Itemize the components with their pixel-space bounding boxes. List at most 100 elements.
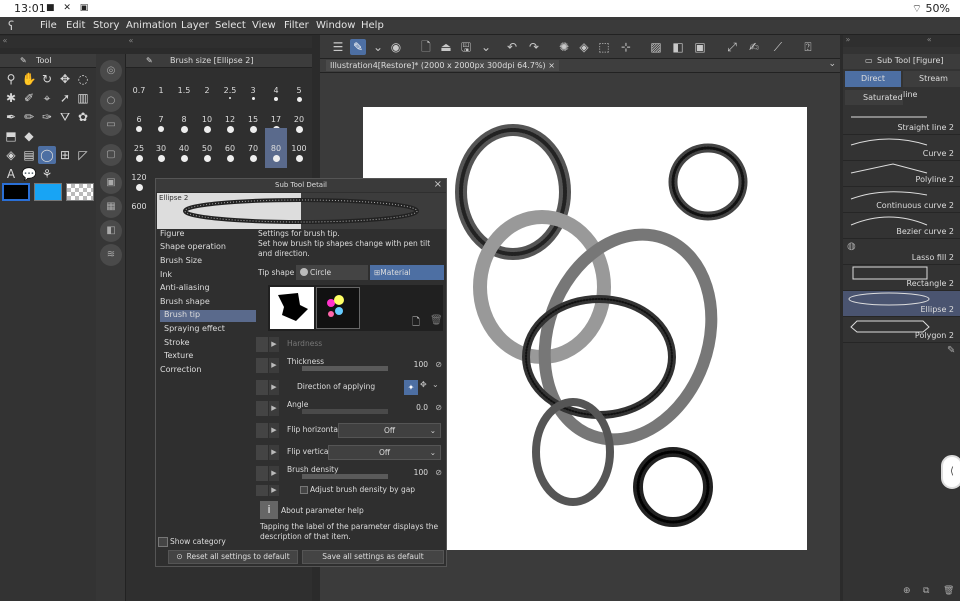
sub-tool-item[interactable]: Curve 2 <box>843 135 960 161</box>
show-category-label[interactable]: Show category <box>170 537 226 546</box>
info-icon[interactable]: i <box>260 501 278 519</box>
brush-size-option[interactable]: 1.5 <box>173 86 195 108</box>
deselect-icon[interactable]: ▣ <box>692 39 708 55</box>
undo-icon[interactable]: ↶ <box>504 39 520 55</box>
pointer-icon[interactable]: ➚ <box>56 89 74 107</box>
brush-size-option[interactable]: 0.7 <box>128 86 150 108</box>
brush-size-option[interactable]: 30 <box>150 144 172 166</box>
brush-size-option[interactable]: 2.5 <box>219 86 241 108</box>
adjust-density-checkbox[interactable] <box>300 486 308 494</box>
brush-density-slider[interactable] <box>302 474 388 479</box>
fill-cmd-icon[interactable]: ⬚ <box>596 39 612 55</box>
move-icon[interactable]: ✥ <box>56 70 74 88</box>
param-show-toggle[interactable] <box>256 401 268 416</box>
material-icon[interactable]: ◧ <box>100 220 122 242</box>
figure-tool-icon[interactable]: ◯ <box>38 146 56 164</box>
sub-tool-item[interactable]: Polygon 2 <box>843 317 960 343</box>
brush-tip-materials[interactable]: 🗋 🗑 <box>268 285 443 331</box>
brush-size-option[interactable]: 1 <box>150 86 172 108</box>
menu-select[interactable]: Select <box>215 20 246 31</box>
brush-size-option[interactable]: 15 <box>242 115 264 137</box>
tab-stream-line[interactable]: Stream line <box>903 71 960 99</box>
expand-icon[interactable]: ▶ <box>269 485 279 496</box>
sub-tool-item-selected[interactable]: Ellipse 2 <box>843 291 960 317</box>
brush-size-option[interactable]: 8 <box>173 115 195 137</box>
brush-size-option[interactable]: 10 <box>196 115 218 137</box>
brush-size-option[interactable]: 60 <box>219 144 241 166</box>
brush-size-option[interactable]: 4 <box>265 86 287 108</box>
chevron-down-icon[interactable]: ⌄ <box>432 380 439 389</box>
text-icon[interactable]: A <box>2 165 20 183</box>
brush-size-option[interactable]: 20 <box>288 115 310 137</box>
brush-size-option[interactable]: 25 <box>128 144 150 166</box>
brush-strip-icon[interactable]: ▭ <box>100 114 122 136</box>
fill-icon[interactable]: ◈ <box>2 146 20 164</box>
flip-horizontal-select[interactable]: Off ⌄ <box>338 423 441 438</box>
balloon-icon[interactable]: 💬 <box>20 165 38 183</box>
magic-wand-icon[interactable]: ✱ <box>2 89 20 107</box>
category-brush-size[interactable]: Brush Size <box>160 256 256 268</box>
brush-size-option[interactable]: 120 <box>128 173 150 195</box>
menu-story[interactable]: Story <box>93 20 119 31</box>
category-stroke[interactable]: Stroke <box>164 338 260 350</box>
angle-value[interactable]: 0.0 <box>416 403 428 412</box>
pencil-icon[interactable]: ✏ <box>20 108 38 126</box>
category-ink[interactable]: Ink <box>160 270 256 282</box>
line-icon[interactable]: ⟋ <box>770 39 786 55</box>
show-category-checkbox[interactable] <box>158 537 168 547</box>
new-icon[interactable]: 🗋 <box>418 39 434 55</box>
expand-icon[interactable]: ▶ <box>269 466 279 481</box>
eyedropper-icon[interactable]: ✐ <box>20 89 38 107</box>
category-spraying-effect[interactable]: Spraying effect <box>164 324 260 336</box>
brush-size-option[interactable]: 2 <box>196 86 218 108</box>
expand-icon[interactable]: ▶ <box>269 401 279 416</box>
param-show-toggle[interactable] <box>256 358 268 373</box>
eraser-icon[interactable]: ⬒ <box>2 127 20 145</box>
shortcut-icon[interactable]: ◉ <box>388 39 404 55</box>
frame-icon[interactable]: ⊞ <box>56 146 74 164</box>
sub-tool-item[interactable]: Bezier curve 2 <box>843 213 960 239</box>
save-defaults-button[interactable]: Save all settings as default <box>302 550 444 564</box>
brush-size-option-selected[interactable]: 80 <box>265 128 287 168</box>
expand-icon[interactable]: ▶ <box>269 337 279 352</box>
density-effect-icon[interactable]: ⊘ <box>435 468 442 477</box>
brush-size-option[interactable]: 50 <box>196 144 218 166</box>
angle-slider[interactable] <box>302 409 388 414</box>
right-arrow-row[interactable]: » « <box>843 35 960 47</box>
flip-vertical-label[interactable]: Flip vertical <box>287 447 331 456</box>
chevron-down-icon[interactable]: ⌄ <box>370 39 386 55</box>
pen-pressure-icon[interactable]: ⊘ <box>435 360 442 369</box>
brush-size-option[interactable]: 40 <box>173 144 195 166</box>
thickness-slider[interactable] <box>302 366 388 371</box>
param-show-toggle[interactable] <box>256 337 268 352</box>
airbrush-icon[interactable]: ⛛ <box>56 108 74 126</box>
ruler-icon[interactable]: ◸ <box>74 146 92 164</box>
about-help-label[interactable]: About parameter help <box>281 506 364 515</box>
select-icon[interactable]: ⌖ <box>38 89 56 107</box>
zoom-icon[interactable]: ⚲ <box>2 70 20 88</box>
side-handle[interactable]: ⟨ <box>941 455 960 489</box>
add-sub-tool-icon[interactable]: ⊕ <box>903 586 911 596</box>
sub-tool-item[interactable]: ◍ Lasso fill 2 <box>843 239 960 265</box>
menu-layer[interactable]: Layer <box>181 20 209 31</box>
param-show-toggle[interactable] <box>256 380 268 395</box>
flip-vertical-select[interactable]: Off ⌄ <box>328 445 441 460</box>
flip-horizontal-label[interactable]: Flip horizontal <box>287 425 340 434</box>
menu-filter[interactable]: Filter <box>284 20 309 31</box>
brush-size-option[interactable]: 70 <box>242 144 264 166</box>
expand-icon[interactable]: ▶ <box>269 445 279 460</box>
brush-size-option[interactable]: 3 <box>242 86 264 108</box>
rotate-icon[interactable]: ↻ <box>38 70 56 88</box>
category-anti-aliasing[interactable]: Anti-aliasing <box>160 283 256 295</box>
invert-icon[interactable]: ◧ <box>670 39 686 55</box>
adjust-density-label[interactable]: Adjust brush density by gap <box>310 485 415 494</box>
layers-stack-icon[interactable]: ≋ <box>100 244 122 266</box>
pen-side-icon[interactable]: ✎ <box>947 345 955 356</box>
direction-tilt-icon[interactable]: ✦ <box>404 380 418 395</box>
material-option[interactable]: ⊞Material <box>370 265 444 280</box>
brush-size-option[interactable]: 5 <box>288 86 310 108</box>
expand-icon[interactable]: ▶ <box>269 380 279 395</box>
layer-icon[interactable]: ▢ <box>100 144 122 166</box>
category-brush-shape[interactable]: Brush shape <box>160 297 256 309</box>
param-show-toggle[interactable] <box>256 466 268 481</box>
